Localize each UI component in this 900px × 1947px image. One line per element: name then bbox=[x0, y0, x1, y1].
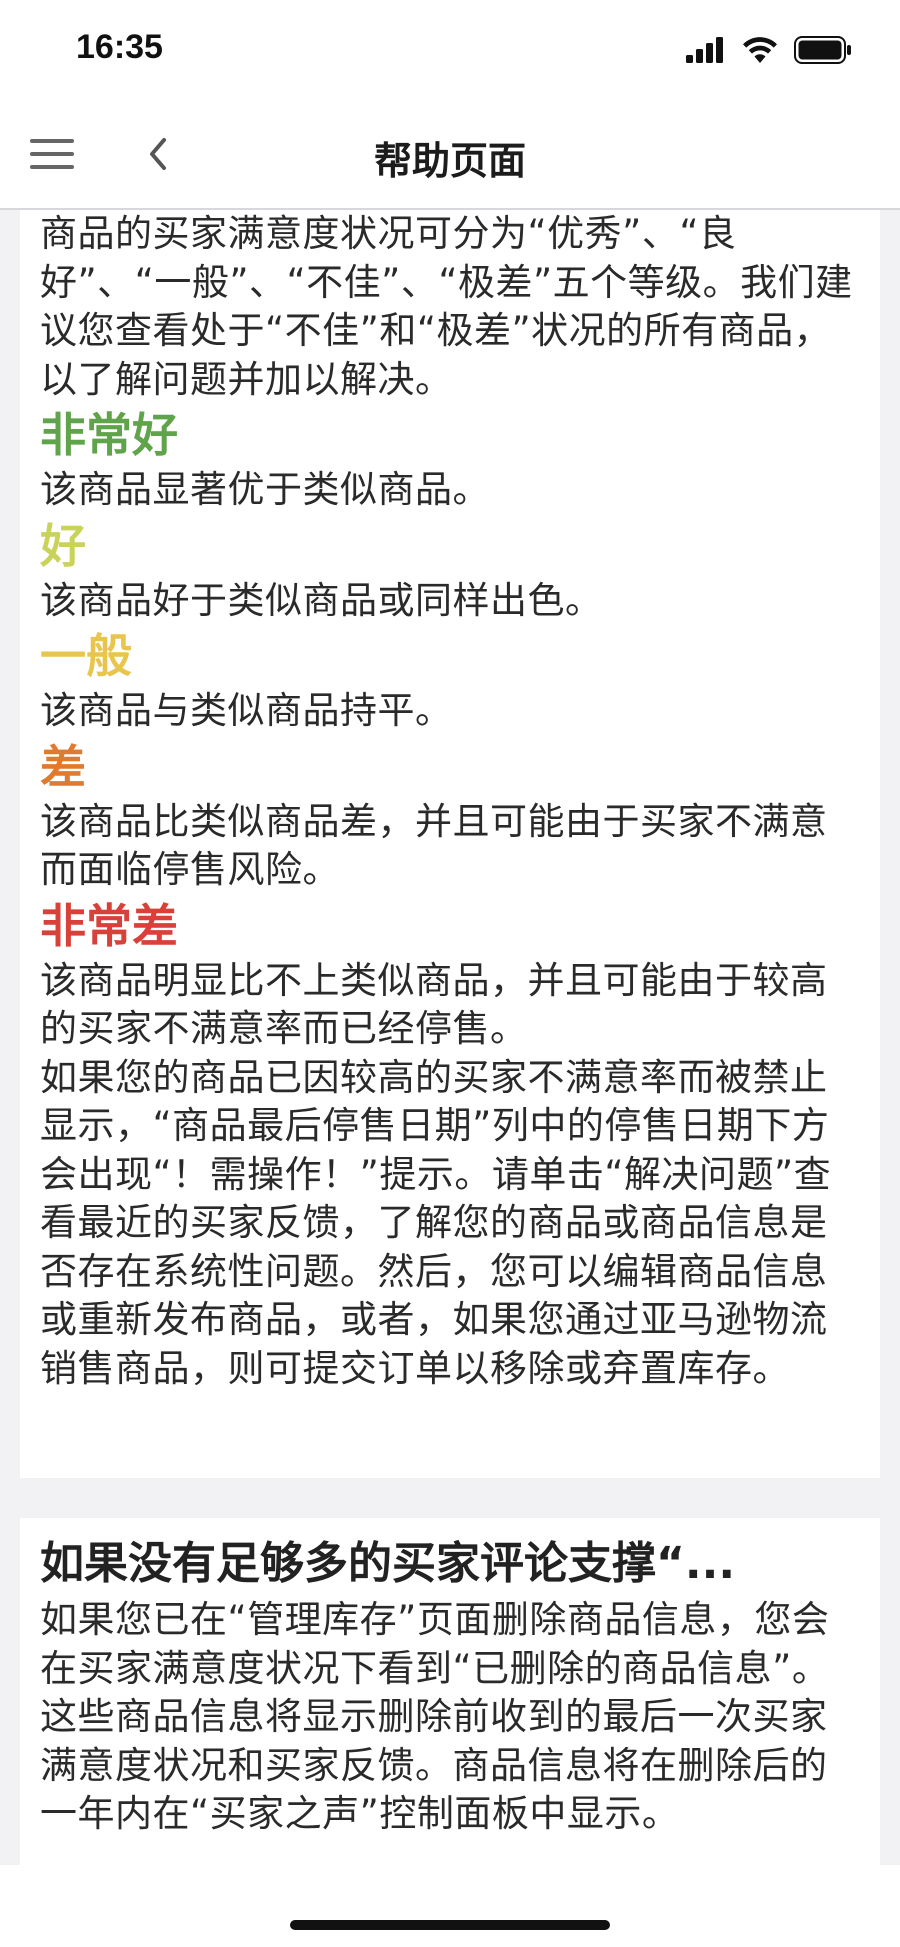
intro-text: 商品的买家满意度状况可分为“优秀”、“良好”、“一般”、“不佳”、“极差”五个等… bbox=[40, 212, 853, 401]
page-title: 帮助页面 bbox=[373, 139, 526, 183]
level-title-very-good: 非常好 bbox=[40, 408, 178, 462]
status-bar: 16:35 bbox=[0, 0, 900, 100]
battery-icon bbox=[794, 36, 851, 64]
status-time: 16:35 bbox=[76, 28, 163, 66]
help-card-satisfaction-levels: 商品的买家满意度状况可分为“优秀”、“良好”、“一般”、“不佳”、“极差”五个等… bbox=[20, 210, 880, 1478]
bottom-safe-area bbox=[0, 1865, 900, 1947]
section-heading[interactable]: 如果没有足够多的买家评论支撑“... bbox=[40, 1532, 860, 1596]
level-desc-good: 该商品好于类似商品或同样出色。 bbox=[40, 578, 603, 622]
level-title-good: 好 bbox=[40, 518, 86, 573]
closing-text: 如果您的商品已因较高的买家不满意率而被禁止显示，“商品最后停售日期”列中的停售日… bbox=[40, 1055, 832, 1390]
home-indicator[interactable] bbox=[290, 1920, 610, 1930]
cellular-signal-icon bbox=[686, 37, 723, 63]
level-desc-very-poor: 该商品明显比不上类似商品，并且可能由于较高的买家不满意率而已经停售。 bbox=[40, 958, 828, 1051]
section-body: 如果您已在“管理库存”页面删除商品信息，您会在买家满意度状况下看到“已删除的商品… bbox=[40, 1598, 830, 1835]
level-title-very-poor: 非常差 bbox=[40, 898, 178, 953]
wifi-icon bbox=[743, 37, 777, 63]
nav-bar: 帮助页面 bbox=[0, 100, 900, 210]
level-desc-average: 该商品与类似商品持平。 bbox=[40, 689, 453, 732]
status-icons bbox=[686, 34, 852, 66]
level-desc-very-good: 该商品显著优于类似商品。 bbox=[40, 468, 490, 511]
level-desc-poor: 该商品比类似商品差，并且可能由于买家不满意而面临停售风险。 bbox=[40, 799, 828, 892]
level-title-average: 一般 bbox=[40, 629, 132, 683]
level-title-poor: 差 bbox=[40, 739, 86, 794]
help-card-deleted-listings: 如果没有足够多的买家评论支撑“... 如果您已在“管理库存”页面删除商品信息，您… bbox=[20, 1518, 880, 1865]
help-content[interactable]: 商品的买家满意度状况可分为“优秀”、“良好”、“一般”、“不佳”、“极差”五个等… bbox=[0, 210, 900, 1865]
